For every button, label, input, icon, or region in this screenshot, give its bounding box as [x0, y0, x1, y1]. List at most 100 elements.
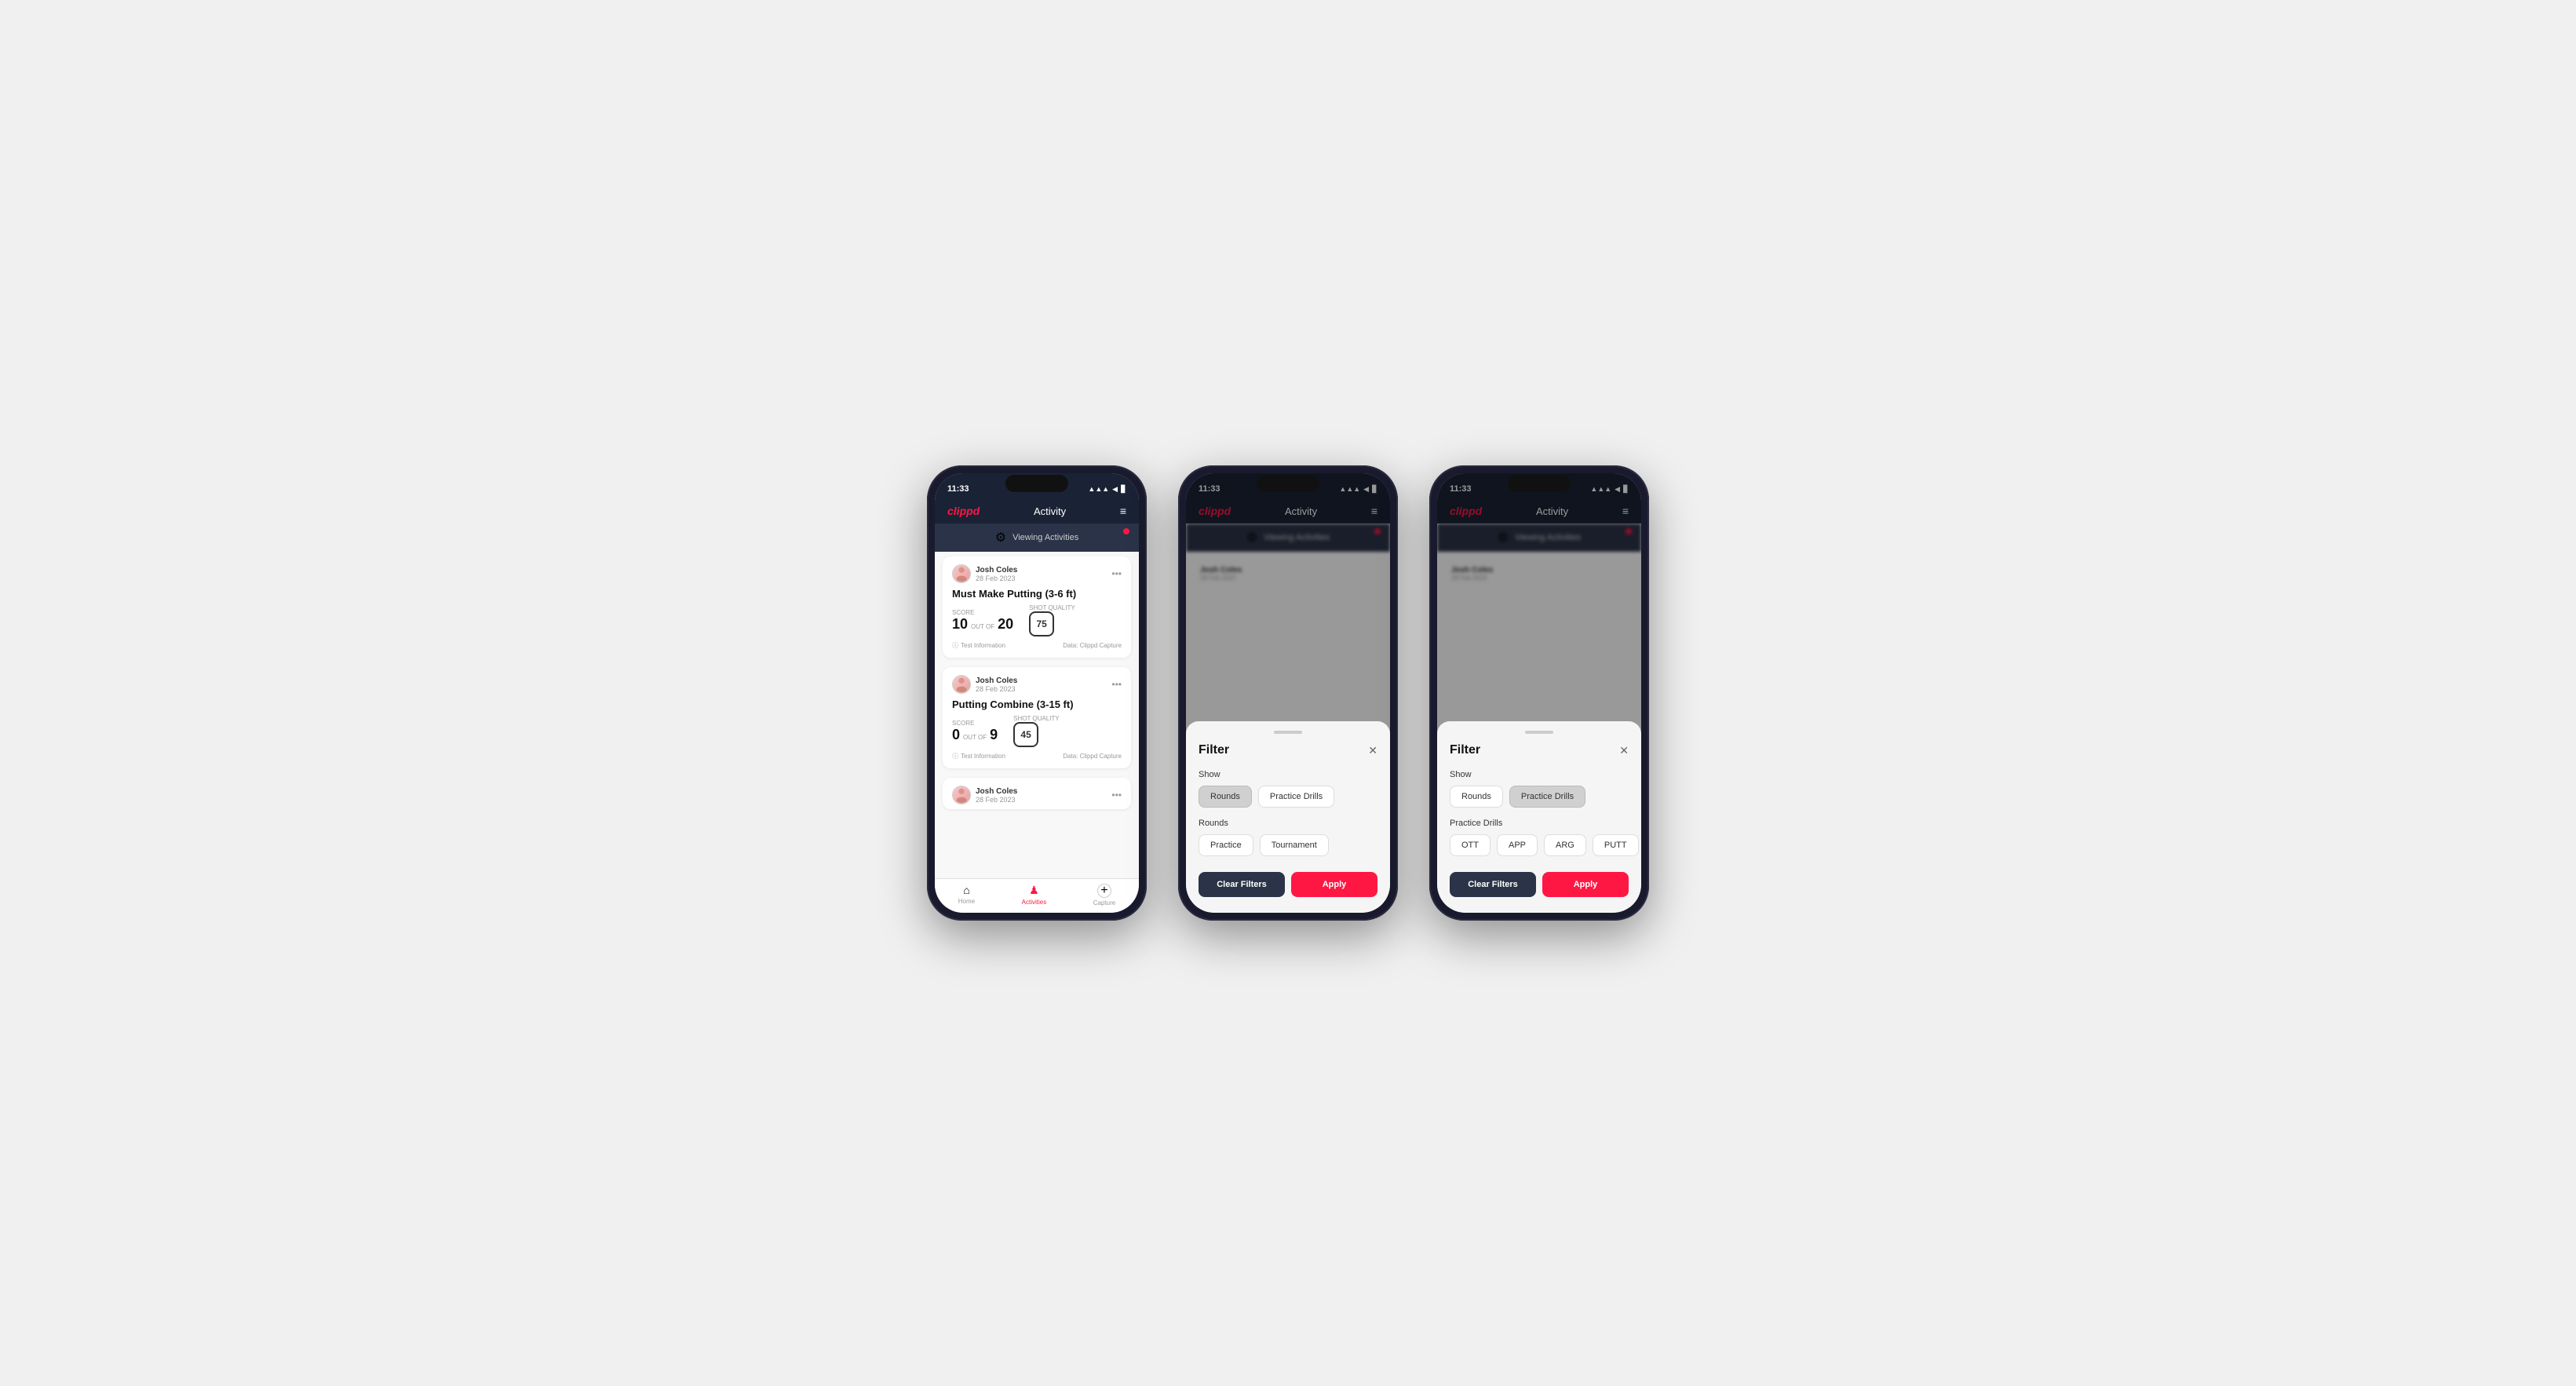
filter-title-2: Filter — [1199, 743, 1229, 757]
tournament-btn[interactable]: Tournament — [1260, 834, 1329, 856]
user-date-3: 28 Feb 2023 — [976, 796, 1017, 804]
capture-icon: + — [1097, 884, 1111, 898]
data-source-2: Data: Clippd Capture — [1063, 753, 1122, 760]
activity-card-2: Josh Coles 28 Feb 2023 ••• Putting Combi… — [943, 667, 1131, 768]
rounds-btn-2[interactable]: Rounds — [1199, 786, 1252, 808]
notification-dot-1 — [1123, 528, 1129, 534]
content-1: Josh Coles 28 Feb 2023 ••• Must Make Put… — [935, 552, 1139, 878]
activity-card-3: Josh Coles 28 Feb 2023 ••• — [943, 778, 1131, 809]
out-of-1: OUT OF — [971, 623, 994, 630]
filter-sheet-2: Filter ✕ Show Rounds Practice Drills Rou… — [1186, 721, 1390, 913]
card-stats-2: Score 0 OUT OF 9 Shot Quality 45 — [952, 715, 1122, 747]
signal-icon: ▲▲▲ — [1088, 485, 1109, 493]
filter-handle-3 — [1525, 731, 1553, 734]
clear-filters-btn-2[interactable]: Clear Filters — [1199, 872, 1285, 897]
more-btn-2[interactable]: ••• — [1111, 679, 1122, 690]
filter-overlay-3: Filter ✕ Show Rounds Practice Drills Pra… — [1437, 473, 1641, 913]
drills-label-3: Practice Drills — [1450, 819, 1629, 828]
user-name-1: Josh Coles — [976, 566, 1017, 574]
tab-home[interactable]: ⌂ Home — [958, 884, 975, 906]
dynamic-island — [1005, 475, 1068, 492]
ott-btn[interactable]: OTT — [1450, 834, 1491, 856]
show-buttons-3: Rounds Practice Drills — [1450, 786, 1629, 808]
show-label-3: Show — [1450, 770, 1629, 779]
filter-close-2[interactable]: ✕ — [1368, 744, 1377, 757]
avatar-3 — [952, 786, 971, 804]
card-stats-1: Score 10 OUT OF 20 Shot Quality 75 — [952, 604, 1122, 636]
more-btn-3[interactable]: ••• — [1111, 790, 1122, 801]
filter-actions-2: Clear Filters Apply — [1199, 872, 1377, 897]
card-user-3: Josh Coles 28 Feb 2023 — [952, 786, 1017, 804]
score-label-2: Score — [952, 720, 998, 727]
viewing-bar-1[interactable]: ⚙ Viewing Activities — [935, 523, 1139, 552]
nav-title-1: Activity — [1034, 505, 1066, 517]
score-label-1: Score — [952, 609, 1013, 616]
arg-btn[interactable]: ARG — [1544, 834, 1586, 856]
user-date-1: 28 Feb 2023 — [976, 574, 1017, 582]
menu-icon-1[interactable]: ≡ — [1120, 505, 1126, 517]
filter-title-3: Filter — [1450, 743, 1480, 757]
tab-home-label: Home — [958, 898, 975, 905]
tab-capture-label: Capture — [1093, 899, 1115, 906]
more-btn-1[interactable]: ••• — [1111, 568, 1122, 579]
user-name-3: Josh Coles — [976, 787, 1017, 796]
app-btn[interactable]: APP — [1497, 834, 1538, 856]
show-buttons-2: Rounds Practice Drills — [1199, 786, 1377, 808]
user-name-2: Josh Coles — [976, 677, 1017, 685]
shot-count-1: 20 — [998, 616, 1013, 633]
sq-value-1: 75 — [1036, 618, 1046, 629]
home-icon: ⌂ — [963, 884, 969, 896]
clear-filters-btn-3[interactable]: Clear Filters — [1450, 872, 1536, 897]
phone-1: 11:33 ▲▲▲ ◀ ▊ clippd Activity ≡ ⚙ Viewin… — [927, 465, 1147, 921]
tab-bar-1: ⌂ Home ♟ Activities + Capture — [935, 878, 1139, 913]
sq-value-2: 45 — [1020, 729, 1031, 740]
filter-header-3: Filter ✕ — [1450, 743, 1629, 757]
dynamic-island-3 — [1508, 475, 1571, 492]
phones-container: 11:33 ▲▲▲ ◀ ▊ clippd Activity ≡ ⚙ Viewin… — [927, 465, 1649, 921]
apply-btn-3[interactable]: Apply — [1542, 872, 1629, 897]
score-value-2: 0 — [952, 727, 960, 743]
battery-icon: ▊ — [1121, 485, 1126, 494]
sq-badge-2: 45 — [1013, 722, 1038, 747]
filter-actions-3: Clear Filters Apply — [1450, 872, 1629, 897]
phone-3: 11:33 ▲▲▲ ◀ ▊ clippd Activity ≡ ⚙ Viewin… — [1429, 465, 1649, 921]
practice-drills-btn-2[interactable]: Practice Drills — [1258, 786, 1334, 808]
logo-1: clippd — [947, 505, 980, 517]
round-buttons-2: Practice Tournament — [1199, 834, 1377, 856]
user-date-2: 28 Feb 2023 — [976, 685, 1017, 693]
tab-activities-label: Activities — [1022, 899, 1047, 906]
card-title-1: Must Make Putting (3-6 ft) — [952, 588, 1122, 600]
out-of-2: OUT OF — [963, 734, 987, 741]
card-user-1: Josh Coles 28 Feb 2023 — [952, 564, 1017, 583]
practice-round-btn[interactable]: Practice — [1199, 834, 1253, 856]
nav-bar-1: clippd Activity ≡ — [935, 498, 1139, 523]
filter-close-3[interactable]: ✕ — [1619, 744, 1629, 757]
shot-count-2: 9 — [990, 727, 998, 743]
drill-buttons-3: OTT APP ARG PUTT — [1450, 834, 1629, 856]
test-info-2: ⓘ Test Information — [952, 752, 1005, 760]
tab-capture[interactable]: + Capture — [1093, 884, 1115, 906]
sq-label-1: Shot Quality — [1029, 604, 1075, 611]
wifi-icon: ◀ — [1112, 485, 1118, 494]
activity-card-1: Josh Coles 28 Feb 2023 ••• Must Make Put… — [943, 556, 1131, 658]
filter-handle-2 — [1274, 731, 1302, 734]
putt-btn[interactable]: PUTT — [1593, 834, 1639, 856]
dynamic-island-2 — [1257, 475, 1319, 492]
practice-drills-btn-3[interactable]: Practice Drills — [1509, 786, 1585, 808]
data-source-1: Data: Clippd Capture — [1063, 642, 1122, 649]
avatar-2 — [952, 675, 971, 694]
filter-sheet-3: Filter ✕ Show Rounds Practice Drills Pra… — [1437, 721, 1641, 913]
rounds-label-2: Rounds — [1199, 819, 1377, 828]
sq-label-2: Shot Quality — [1013, 715, 1060, 722]
status-icons-1: ▲▲▲ ◀ ▊ — [1088, 485, 1126, 494]
test-info-1: ⓘ Test Information — [952, 641, 1005, 650]
filter-overlay-2: Filter ✕ Show Rounds Practice Drills Rou… — [1186, 473, 1390, 913]
tab-activities[interactable]: ♟ Activities — [1022, 884, 1047, 906]
status-time-1: 11:33 — [947, 484, 969, 494]
show-label-2: Show — [1199, 770, 1377, 779]
rounds-btn-3[interactable]: Rounds — [1450, 786, 1503, 808]
score-value-1: 10 — [952, 616, 968, 633]
settings-icon-1: ⚙ — [995, 530, 1006, 545]
phone-2: 11:33 ▲▲▲ ◀ ▊ clippd Activity ≡ ⚙ Viewin… — [1178, 465, 1398, 921]
apply-btn-2[interactable]: Apply — [1291, 872, 1377, 897]
